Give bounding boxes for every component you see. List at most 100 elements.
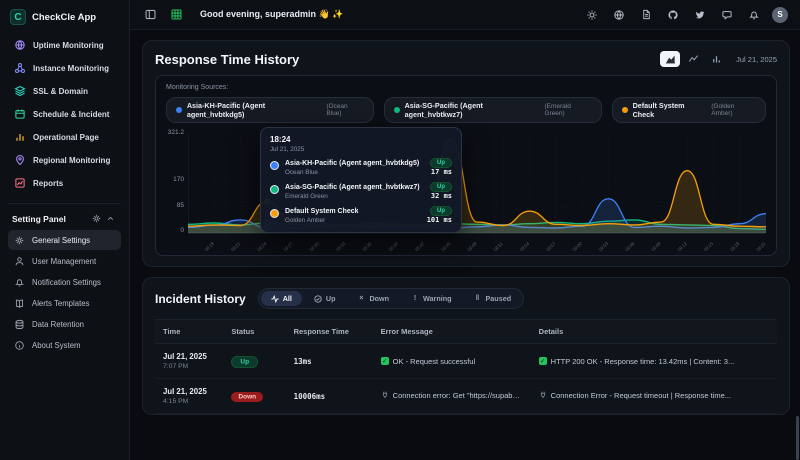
filter-down-button[interactable]: × Down — [347, 291, 399, 306]
sidebar-item-label: Notification Settings — [32, 278, 101, 287]
sidebar-item-label: Reports — [33, 179, 63, 188]
response-time-chart[interactable]: 18:1518:1818:2118:2418:2718:3018:3318:36… — [188, 133, 766, 251]
bell-icon[interactable] — [745, 6, 763, 24]
app-title: CheckCle App — [32, 12, 96, 23]
line-view-button[interactable] — [683, 51, 703, 67]
activity-icon — [271, 295, 279, 303]
status-badge: Up — [430, 182, 452, 192]
response-time-card: Response Time History Jul 21, 2025 Monit… — [142, 40, 790, 267]
emerald-green-dot-icon — [394, 107, 400, 113]
incident-row[interactable]: Jul 21, 2025 4:15 PM Down 10006ms Connec… — [155, 379, 777, 414]
response-time-value: 13ms — [294, 357, 312, 366]
sidebar-item-label: Uptime Monitoring — [33, 41, 104, 50]
golden-amber-dot-icon — [622, 107, 628, 113]
svg-text:19:09: 19:09 — [650, 241, 662, 251]
incident-details: HTTP 200 OK - Response time: 13.42ms | C… — [551, 357, 735, 366]
bar-view-button[interactable] — [706, 51, 726, 67]
sidebar-item-operational-page[interactable]: Operational Page — [8, 126, 121, 148]
svg-text:18:33: 18:33 — [335, 241, 347, 251]
legend-chip-asia-kh[interactable]: Asia-KH-Pacific (Agent agent_hvbtkdg5) (… — [166, 97, 374, 123]
scrollbar-thumb[interactable] — [796, 416, 799, 460]
filter-label: Warning — [423, 294, 451, 303]
status-badge: Up — [430, 158, 452, 168]
sidebar-item-about-system[interactable]: About System — [8, 335, 121, 355]
svg-text:18:36: 18:36 — [361, 241, 373, 251]
emerald-green-dot-icon — [270, 185, 279, 194]
sidebar-divider — [8, 203, 121, 204]
svg-text:18:18: 18:18 — [203, 241, 215, 251]
user-avatar[interactable]: S — [772, 7, 788, 23]
chat-icon[interactable] — [718, 6, 736, 24]
layers-icon — [14, 85, 26, 97]
tooltip-color-name: Emerald Green — [285, 193, 431, 200]
svg-text:18:21: 18:21 — [230, 241, 242, 251]
legend-name: Asia-SG-Pacific (Agent agent_hvbtkwz7) — [405, 101, 540, 119]
incident-history-card: Incident History All Up — [142, 277, 790, 415]
svg-text:19:18: 19:18 — [729, 241, 741, 251]
page-scrollbar[interactable] — [795, 30, 800, 460]
pause-icon: ‖ — [474, 295, 482, 303]
sidebar-item-schedule-incident[interactable]: Schedule & Incident — [8, 103, 121, 125]
check-icon: ✓ — [381, 357, 389, 365]
error-message: Connection error: Get "https://supabas..… — [393, 391, 523, 400]
ocean-blue-dot-icon — [270, 161, 279, 170]
area-view-button[interactable] — [660, 51, 680, 67]
sidebar-item-user-management[interactable]: User Management — [8, 251, 121, 271]
incident-time: 7:07 PM — [163, 363, 215, 370]
tooltip-date: Jul 21, 2025 — [270, 146, 452, 153]
status-badge-up: Up — [231, 356, 258, 368]
app-logo[interactable]: C CheckCle App — [8, 6, 121, 34]
incident-details: Connection Error - Request timeout | Res… — [551, 391, 731, 400]
twitter-icon[interactable] — [691, 6, 709, 24]
filter-all-button[interactable]: All — [261, 291, 302, 306]
svg-text:18:57: 18:57 — [545, 241, 557, 251]
legend-chip-default[interactable]: Default System Check (Golden Amber) — [612, 97, 766, 123]
svg-text:18:27: 18:27 — [282, 241, 294, 251]
legend-color-name: (Emerald Green) — [544, 103, 591, 117]
svg-text:19:15: 19:15 — [703, 241, 715, 251]
filter-warning-button[interactable]: ! Warning — [401, 291, 461, 306]
setting-panel-header[interactable]: Setting Panel — [8, 210, 121, 230]
github-icon[interactable] — [664, 6, 682, 24]
sidebar-item-reports[interactable]: Reports — [8, 172, 121, 194]
sidebar-item-general-settings[interactable]: General Settings — [8, 230, 121, 250]
main-content: Response Time History Jul 21, 2025 Monit… — [130, 30, 800, 460]
sidebar-item-ssl-domain[interactable]: SSL & Domain — [8, 80, 121, 102]
status-badge-down: Down — [231, 392, 263, 402]
svg-text:18:42: 18:42 — [414, 241, 426, 251]
globe-icon[interactable] — [610, 6, 628, 24]
tooltip-value: 101 ms — [427, 216, 452, 224]
svg-text:18:15: 18:15 — [188, 241, 189, 251]
y-tick-label: 85 — [177, 202, 184, 209]
sidebar-item-uptime-monitoring[interactable]: Uptime Monitoring — [8, 34, 121, 56]
sidebar-item-instance-monitoring[interactable]: Instance Monitoring — [8, 57, 121, 79]
filter-up-button[interactable]: Up — [304, 291, 346, 306]
theme-sun-icon[interactable] — [583, 6, 601, 24]
response-card-title: Response Time History — [155, 52, 660, 67]
chevron-up-icon[interactable] — [106, 214, 115, 223]
top-header: Good evening, superadmin 👋 ✨ S — [130, 0, 800, 30]
svg-text:19:06: 19:06 — [624, 241, 636, 251]
sidebar-item-notification-settings[interactable]: Notification Settings — [8, 272, 121, 292]
gear-icon[interactable] — [91, 213, 102, 224]
sidebar-item-label: User Management — [32, 257, 96, 266]
legend-chip-asia-sg[interactable]: Asia-SG-Pacific (Agent agent_hvbtkwz7) (… — [384, 97, 602, 123]
svg-text:18:51: 18:51 — [492, 241, 504, 251]
svg-text:18:54: 18:54 — [519, 241, 531, 251]
incident-row[interactable]: Jul 21, 2025 7:07 PM Up 13ms ✓OK - Reque… — [155, 344, 777, 379]
tooltip-time: 18:24 — [270, 135, 452, 144]
sidebar-item-data-retention[interactable]: Data Retention — [8, 314, 121, 334]
incident-date: Jul 21, 2025 — [163, 387, 215, 396]
dashboard-grid-icon[interactable] — [168, 7, 184, 23]
sidebar-item-alerts-templates[interactable]: Alerts Templates — [8, 293, 121, 313]
incident-filter-group: All Up × Down ! Warn — [258, 288, 524, 309]
y-tick-label: 0 — [180, 227, 184, 234]
incident-time: 4:15 PM — [163, 398, 215, 405]
col-response-time: Response Time — [286, 320, 373, 344]
legend-name: Default System Check — [633, 101, 707, 119]
tooltip-color-name: Ocean Blue — [285, 169, 431, 176]
docs-icon[interactable] — [637, 6, 655, 24]
sidebar-toggle-icon[interactable] — [142, 7, 158, 23]
sidebar-item-regional-monitoring[interactable]: Regional Monitoring — [8, 149, 121, 171]
filter-paused-button[interactable]: ‖ Paused — [464, 291, 522, 306]
